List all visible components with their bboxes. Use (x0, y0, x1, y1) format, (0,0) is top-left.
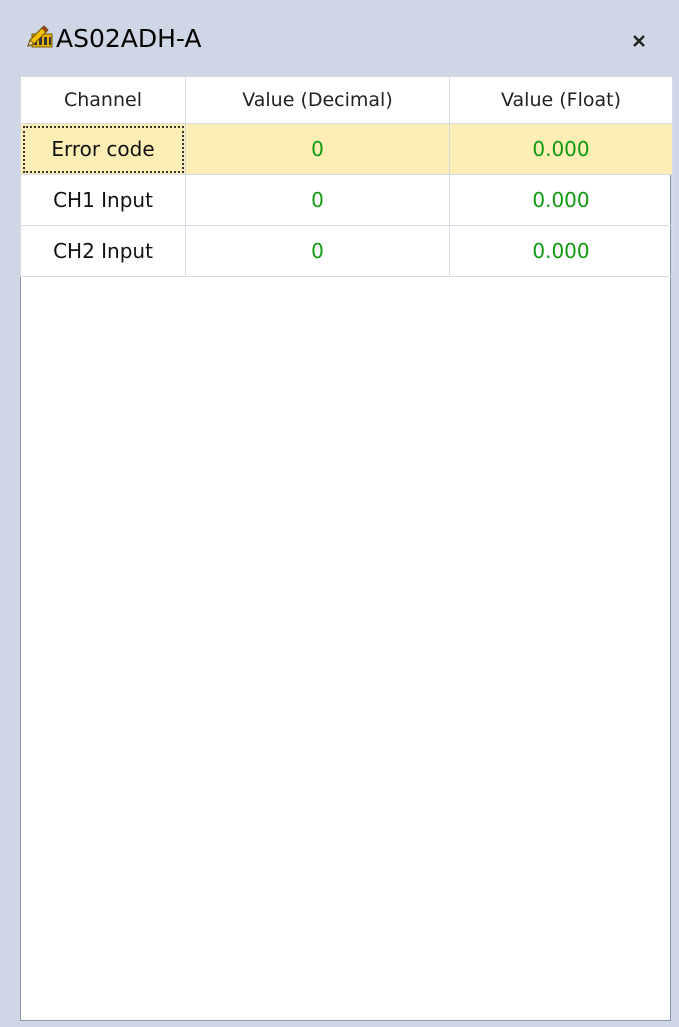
table-row[interactable]: Error code 0 0.000 (20, 123, 673, 175)
table-row[interactable]: CH2 Input 0 0.000 (20, 225, 673, 277)
channel-cell[interactable]: Error code (20, 123, 186, 175)
table-header-row: Channel Value (Decimal) Value (Float) (20, 76, 673, 124)
column-header-float[interactable]: Value (Float) (449, 76, 673, 124)
channel-cell[interactable]: CH2 Input (20, 225, 186, 277)
channel-table: Channel Value (Decimal) Value (Float) Er… (20, 76, 673, 277)
float-value-cell[interactable]: 0.000 (449, 174, 673, 226)
channel-grid-panel: Channel Value (Decimal) Value (Float) Er… (20, 76, 673, 1021)
column-header-decimal[interactable]: Value (Decimal) (185, 76, 450, 124)
table-row[interactable]: CH1 Input 0 0.000 (20, 174, 673, 226)
module-edit-icon (26, 22, 54, 50)
close-icon (632, 34, 646, 48)
decimal-value-cell[interactable]: 0 (185, 225, 450, 277)
decimal-value-cell[interactable]: 0 (185, 123, 450, 175)
window-title: AS02ADH-A (56, 24, 202, 53)
title-bar[interactable]: AS02ADH-A (0, 0, 679, 80)
column-header-channel[interactable]: Channel (20, 76, 186, 124)
channel-cell[interactable]: CH1 Input (20, 174, 186, 226)
float-value-cell[interactable]: 0.000 (449, 123, 673, 175)
monitor-window: AS02ADH-A Channel Value (Decimal) Value … (0, 0, 679, 1027)
close-button[interactable] (622, 24, 656, 58)
decimal-value-cell[interactable]: 0 (185, 174, 450, 226)
float-value-cell[interactable]: 0.000 (449, 225, 673, 277)
